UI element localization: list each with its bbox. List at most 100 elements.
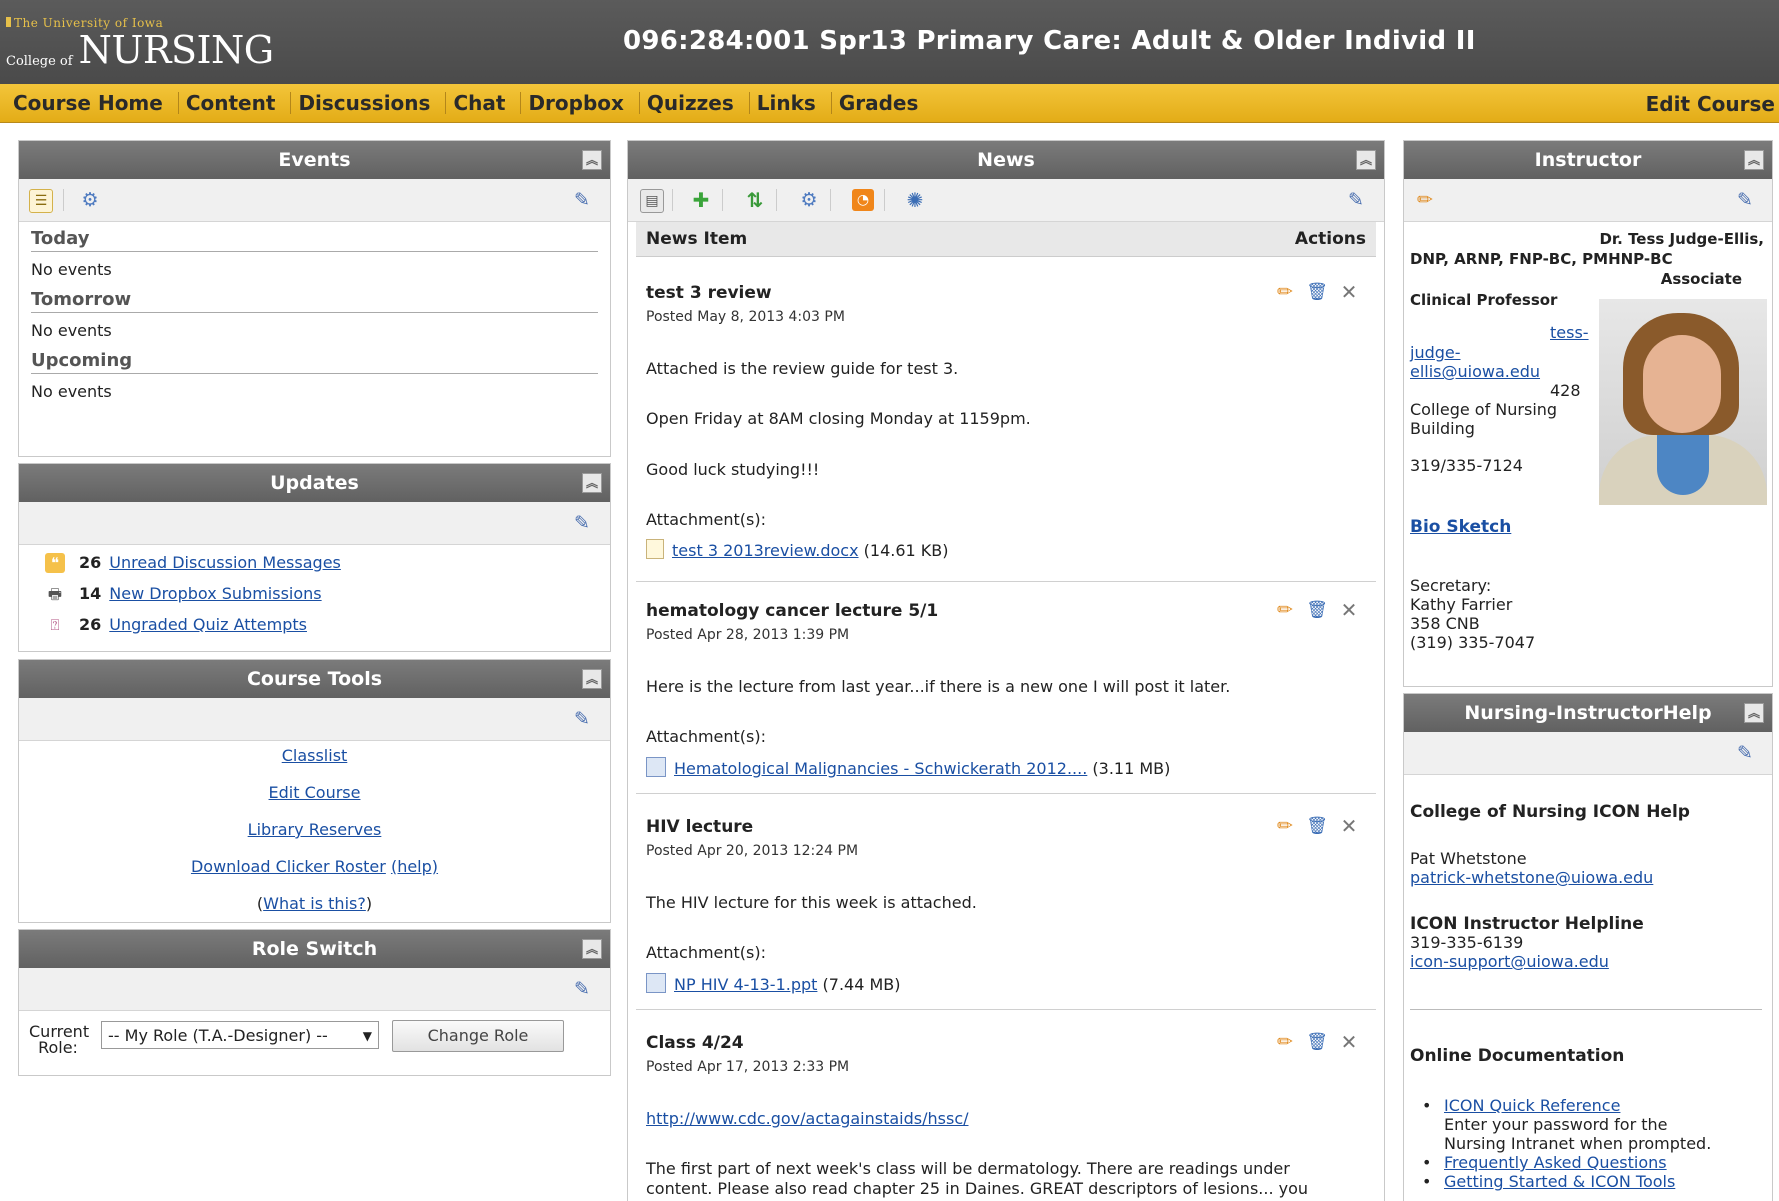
edit-pencil-icon[interactable] bbox=[1274, 1031, 1296, 1053]
instructor-email-part3[interactable]: ellis@uiowa.edu bbox=[1410, 363, 1540, 380]
helpline-email[interactable]: icon-support@uiowa.edu bbox=[1410, 953, 1609, 971]
icon-quick-reference-link[interactable]: ICON Quick Reference bbox=[1444, 1096, 1620, 1115]
news-item-title: Class 4/24 bbox=[646, 1033, 744, 1053]
current-role-label: Current Role: bbox=[29, 1022, 90, 1057]
news-header: News ︽ bbox=[628, 141, 1384, 179]
role-select[interactable]: -- My Role (T.A.-Designer) -- ▼ bbox=[101, 1021, 379, 1049]
change-role-button[interactable]: Change Role bbox=[392, 1020, 564, 1052]
edit-widget-icon[interactable] bbox=[1734, 742, 1756, 764]
edit-widget-icon[interactable] bbox=[571, 708, 593, 730]
attachment-link[interactable]: NP HIV 4-13-1.ppt bbox=[674, 975, 817, 994]
con-help-name: Pat Whetstone bbox=[1410, 849, 1527, 868]
updates-title: Updates bbox=[270, 472, 359, 494]
collapse-icon[interactable]: ︽ bbox=[1356, 150, 1376, 170]
logo-college-of: College of bbox=[6, 54, 73, 69]
events-widget: Events ︽ Today No events Tomorrow No eve… bbox=[18, 140, 611, 457]
sort-news-icon[interactable] bbox=[744, 189, 766, 211]
tool-row: Library Reserves bbox=[19, 815, 610, 852]
instructor-widget: Instructor ︽ Dr. Tess Judge-Ellis, DNP, … bbox=[1403, 140, 1773, 687]
edit-pencil-icon[interactable] bbox=[1274, 281, 1296, 303]
collapse-icon[interactable]: ︽ bbox=[582, 473, 602, 493]
course-tools-header: Course Tools ︽ bbox=[19, 660, 610, 698]
edit-pencil-icon[interactable] bbox=[1274, 815, 1296, 837]
edit-widget-icon[interactable] bbox=[1734, 189, 1756, 211]
delete-trash-icon[interactable] bbox=[1306, 815, 1328, 837]
nav-course-home[interactable]: Course Home bbox=[6, 92, 179, 114]
collapse-icon[interactable]: ︽ bbox=[582, 939, 602, 959]
classlist-link[interactable]: Classlist bbox=[282, 746, 348, 765]
close-icon[interactable]: ✕ bbox=[1338, 1031, 1360, 1053]
nav-discussions[interactable]: Discussions bbox=[291, 92, 447, 114]
new-dropbox-link[interactable]: New Dropbox Submissions bbox=[109, 584, 321, 603]
news-list-icon[interactable] bbox=[640, 189, 664, 213]
instructor-help-title: Nursing-InstructorHelp bbox=[1464, 702, 1712, 724]
faq-link[interactable]: Frequently Asked Questions bbox=[1444, 1153, 1667, 1172]
download-clicker-roster-link[interactable]: Download Clicker Roster bbox=[191, 857, 386, 876]
clicker-help-link[interactable]: (help) bbox=[391, 857, 438, 876]
nav-content[interactable]: Content bbox=[179, 92, 292, 114]
news-settings-icon[interactable] bbox=[904, 189, 926, 211]
collapse-icon[interactable]: ︽ bbox=[1744, 150, 1764, 170]
bio-sketch-link[interactable]: Bio Sketch bbox=[1410, 519, 1511, 536]
news-title: News bbox=[977, 149, 1035, 171]
nav-links[interactable]: Links bbox=[750, 92, 832, 114]
instructor-toolbar bbox=[1404, 179, 1772, 222]
tool-row: Classlist bbox=[19, 741, 610, 778]
delete-trash-icon[interactable] bbox=[1306, 1031, 1328, 1053]
collapse-icon[interactable]: ︽ bbox=[1744, 703, 1764, 723]
settings-gear-icon[interactable] bbox=[798, 189, 820, 211]
news-item-title: test 3 review bbox=[646, 283, 772, 303]
news-item-posted: Posted May 8, 2013 4:03 PM bbox=[646, 309, 845, 325]
nav-grades[interactable]: Grades bbox=[832, 92, 934, 114]
close-icon[interactable]: ✕ bbox=[1338, 599, 1360, 621]
attachment-link[interactable]: test 3 2013review.docx bbox=[672, 541, 859, 560]
cdc-link[interactable]: http://www.cdc.gov/actagainstaids/hssc/ bbox=[646, 1109, 969, 1128]
nav-dropbox[interactable]: Dropbox bbox=[521, 92, 640, 114]
updates-header: Updates ︽ bbox=[19, 464, 610, 502]
instructor-help-header: Nursing-InstructorHelp ︽ bbox=[1404, 694, 1772, 732]
calendar-list-icon[interactable] bbox=[29, 189, 53, 213]
news-item-actions: ✕ bbox=[1274, 599, 1360, 621]
attachments-label: Attachment(s): bbox=[646, 510, 767, 529]
instructor-building-1: College of Nursing bbox=[1410, 400, 1558, 419]
getting-started-link[interactable]: Getting Started & ICON Tools bbox=[1444, 1172, 1675, 1191]
library-reserves-link[interactable]: Library Reserves bbox=[248, 820, 382, 839]
nav-chat[interactable]: Chat bbox=[446, 92, 522, 114]
instructor-name-line1: Dr. Tess Judge-Ellis, bbox=[1599, 230, 1764, 248]
close-icon[interactable]: ✕ bbox=[1338, 815, 1360, 837]
nav-edit-course[interactable]: Edit Course bbox=[1646, 92, 1775, 116]
collapse-icon[interactable]: ︽ bbox=[582, 669, 602, 689]
edit-widget-icon[interactable] bbox=[1345, 189, 1367, 211]
unread-discussions-link[interactable]: Unread Discussion Messages bbox=[109, 553, 341, 572]
edit-widget-icon[interactable] bbox=[571, 978, 593, 1000]
edit-pencil-icon[interactable] bbox=[1274, 599, 1296, 621]
instructor-email-part1[interactable]: tess- bbox=[1550, 324, 1589, 341]
add-news-icon[interactable] bbox=[690, 189, 712, 211]
nav-quizzes[interactable]: Quizzes bbox=[640, 92, 750, 114]
edit-pencil-icon[interactable] bbox=[1414, 189, 1436, 211]
bullet-icon: • bbox=[1422, 1153, 1432, 1172]
close-icon[interactable]: ✕ bbox=[1338, 281, 1360, 303]
what-is-this-link[interactable]: What is this? bbox=[263, 894, 366, 913]
course-tools-title: Course Tools bbox=[246, 668, 383, 690]
instructor-help-widget: Nursing-InstructorHelp ︽ College of Nurs… bbox=[1403, 693, 1773, 1201]
helpline-title: ICON Instructor Helpline bbox=[1410, 914, 1644, 934]
attachment-row: test 3 2013review.docx (14.61 KB) bbox=[646, 539, 948, 560]
events-section-heading: Today bbox=[31, 222, 598, 252]
edit-widget-icon[interactable] bbox=[571, 189, 593, 211]
ungraded-quiz-link[interactable]: Ungraded Quiz Attempts bbox=[109, 615, 307, 634]
attachment-link[interactable]: Hematological Malignancies - Schwickerat… bbox=[674, 759, 1087, 778]
divider bbox=[1410, 1009, 1762, 1010]
edit-widget-icon[interactable] bbox=[571, 512, 593, 534]
updates-widget: Updates ︽ ❝ 26 Unread Discussion Message… bbox=[18, 463, 611, 652]
collapse-icon[interactable]: ︽ bbox=[582, 150, 602, 170]
rss-feed-icon[interactable] bbox=[852, 189, 874, 211]
college-of-nursing-logo[interactable]: The University of Iowa College of NURSIN… bbox=[6, 16, 274, 69]
instructor-email-part2[interactable]: judge- bbox=[1410, 344, 1461, 361]
news-item-body: Open Friday at 8AM closing Monday at 115… bbox=[646, 409, 1031, 428]
delete-trash-icon[interactable] bbox=[1306, 599, 1328, 621]
settings-gear-icon[interactable] bbox=[79, 189, 101, 211]
edit-course-link[interactable]: Edit Course bbox=[269, 783, 361, 802]
con-help-email[interactable]: patrick-whetstone@uiowa.edu bbox=[1410, 869, 1653, 887]
delete-trash-icon[interactable] bbox=[1306, 281, 1328, 303]
